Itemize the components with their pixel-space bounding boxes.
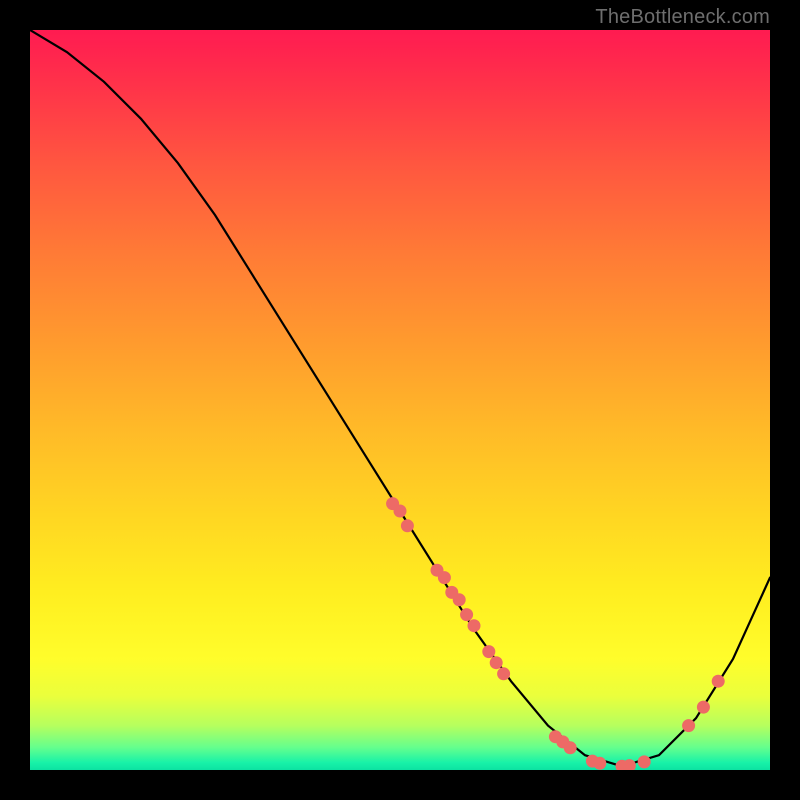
highlight-dot <box>712 675 725 688</box>
highlight-dot <box>453 593 466 606</box>
highlight-dot <box>697 701 710 714</box>
highlight-dot <box>593 757 606 770</box>
attribution-label: TheBottleneck.com <box>595 6 770 29</box>
stage: TheBottleneck.com <box>0 0 800 800</box>
highlight-dot <box>497 667 510 680</box>
highlight-dot <box>438 571 451 584</box>
highlight-dot <box>394 505 407 518</box>
highlight-dot <box>482 645 495 658</box>
highlight-dots <box>386 497 725 770</box>
highlight-dot <box>460 608 473 621</box>
highlight-dot <box>564 741 577 754</box>
bottleneck-curve <box>30 30 770 766</box>
highlight-dot <box>490 656 503 669</box>
plot-area <box>30 30 770 770</box>
chart-svg <box>30 30 770 770</box>
highlight-dot <box>468 619 481 632</box>
highlight-dot <box>638 755 651 768</box>
highlight-dot <box>682 719 695 732</box>
highlight-dot <box>401 519 414 532</box>
